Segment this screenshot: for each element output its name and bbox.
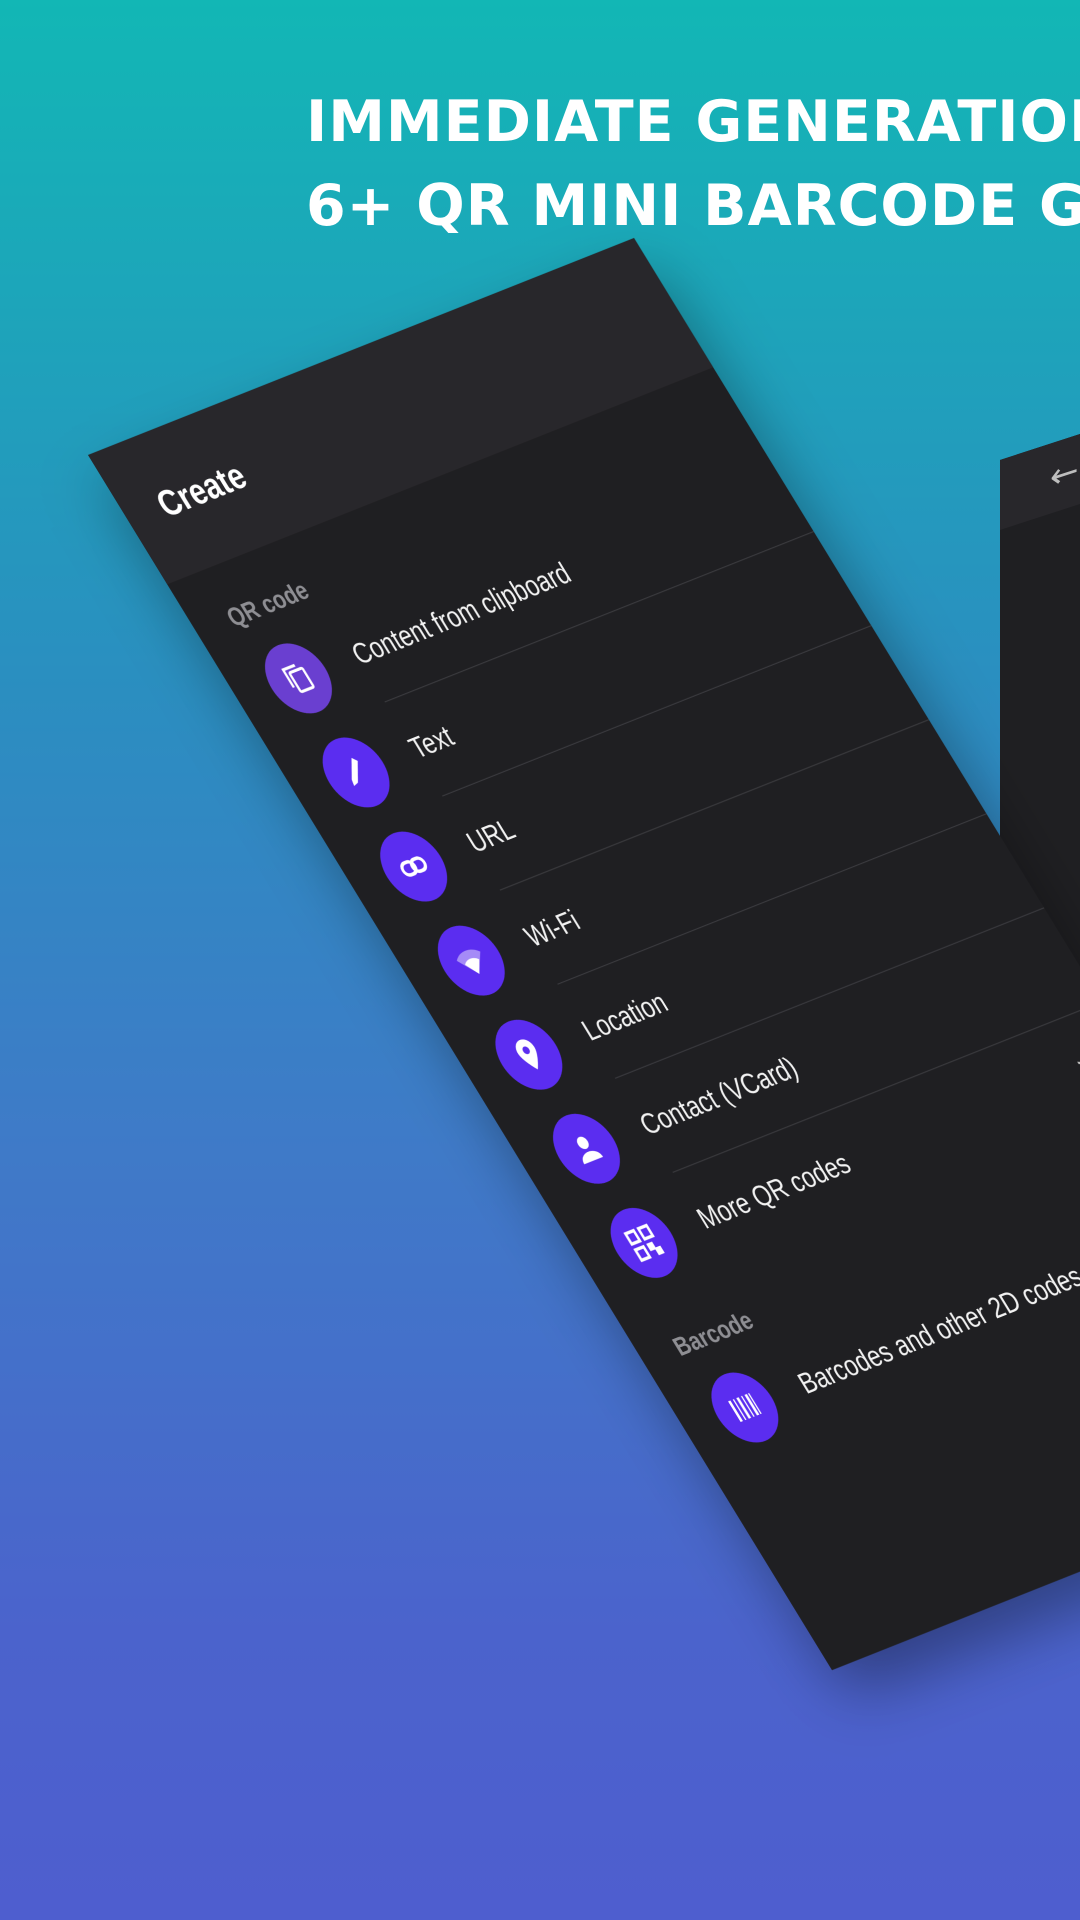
chevron-right-icon: >: [1070, 1048, 1080, 1085]
list-item-label: Wi-Fi: [518, 903, 586, 953]
person-icon: [539, 1104, 634, 1193]
page-title: Create: [148, 454, 255, 525]
phone-mockup-stage: ← Create QR code Content from clipboard: [0, 0, 1080, 1920]
link-icon: [366, 822, 461, 911]
create-screen: Create QR code Content from clipboard Te…: [88, 238, 1080, 1671]
list-item-label: URL: [460, 812, 521, 859]
secondary-app-bar: ←: [1000, 330, 1080, 530]
list-item-label: More QR codes: [690, 1146, 857, 1235]
pencil-icon: [309, 728, 403, 817]
list-item-label: Location: [575, 985, 674, 1047]
qr-code-icon: [597, 1199, 691, 1287]
location-pin-icon: [481, 1010, 576, 1099]
barcode-icon: [697, 1363, 792, 1452]
back-arrow-icon[interactable]: ←: [1050, 449, 1079, 498]
list-item-label: Contact (VCard): [633, 1050, 804, 1141]
wifi-icon: [424, 916, 519, 1005]
clipboard-icon: [251, 634, 346, 723]
list-item-label: Text: [402, 719, 460, 765]
